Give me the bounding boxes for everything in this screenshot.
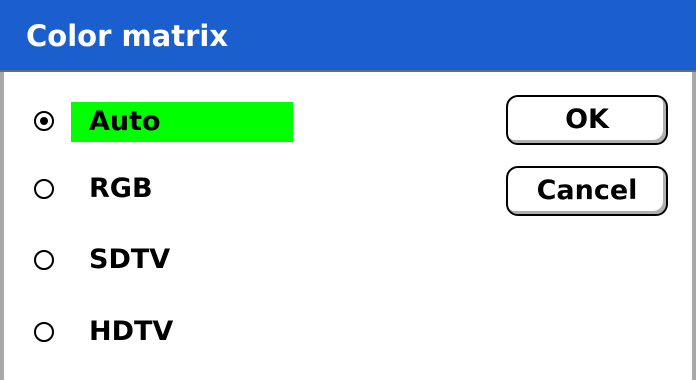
option-label: Auto [71,102,293,142]
ok-button[interactable]: OK [506,95,668,145]
radio-unselected-icon[interactable] [34,250,54,270]
option-label: RGB [89,173,153,204]
cancel-button[interactable]: Cancel [506,166,668,216]
option-label: SDTV [89,244,171,275]
option-label: HDTV [89,316,174,347]
color-matrix-dialog: Color matrix Auto RGB SDTV HDTV OK Cance… [0,0,696,380]
title-bar: Color matrix [0,0,696,72]
radio-unselected-icon[interactable] [34,322,54,342]
dialog-title: Color matrix [26,19,229,53]
radio-selected-icon[interactable] [34,111,54,131]
radio-unselected-icon[interactable] [34,179,54,199]
